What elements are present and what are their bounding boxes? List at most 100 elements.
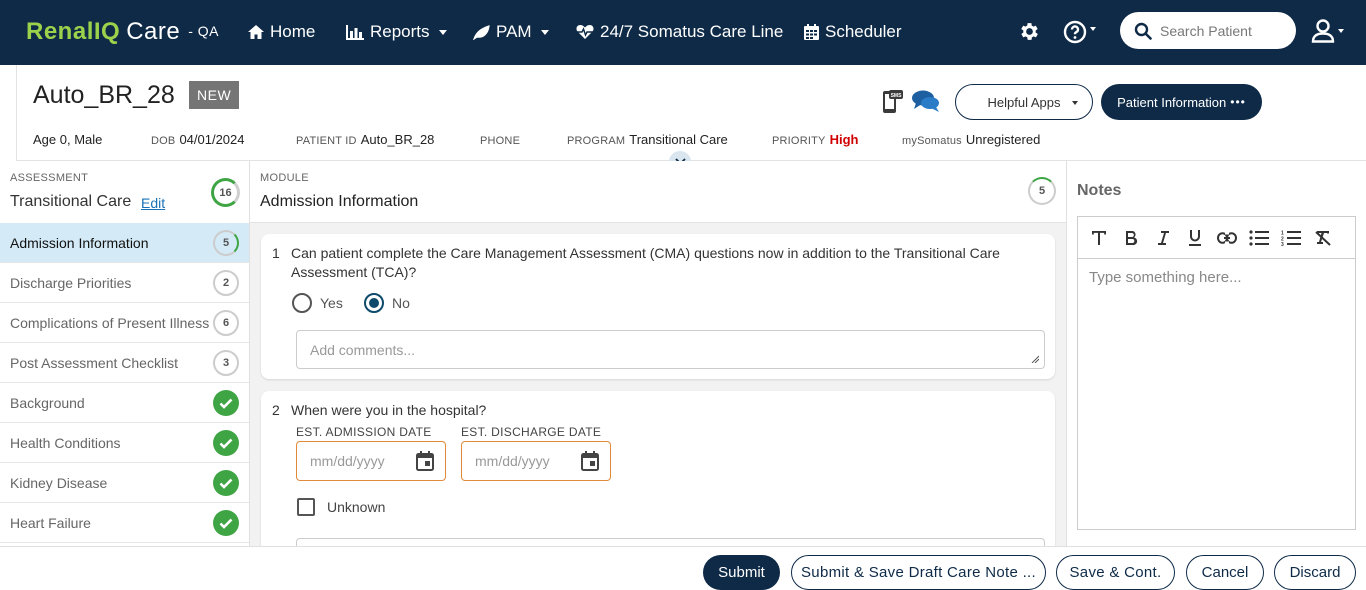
radio-no[interactable] [364, 293, 384, 313]
text-format-icon[interactable] [1088, 227, 1109, 248]
program-label: PROGRAM [567, 135, 626, 147]
assessment-count: 16 [219, 186, 232, 199]
patient-age-sex: Age 0, Male [33, 132, 102, 147]
patient-phone: PHONE [480, 132, 524, 147]
italic-icon[interactable] [1152, 227, 1173, 248]
comments-textarea[interactable]: Add comments... [296, 330, 1045, 369]
sidebar-item-label: Complications of Present Illness [10, 314, 210, 331]
patient-mysomatus: mySomatus Unregistered [902, 132, 1040, 147]
patient-information-button[interactable]: Patient Information ••• [1101, 84, 1262, 120]
resize-handle-icon[interactable] [1031, 355, 1039, 363]
underline-icon[interactable] [1184, 227, 1205, 248]
cancel-button[interactable]: Cancel [1186, 555, 1264, 590]
discard-label: Discard [1289, 564, 1341, 581]
numbered-list-icon[interactable]: 123 [1280, 227, 1301, 248]
bullet-list-icon[interactable] [1248, 227, 1269, 248]
nav-care-line-label: 24/7 Somatus Care Line [600, 22, 784, 41]
more-dots-icon: ••• [1230, 95, 1246, 109]
assessment-sidebar: ASSESSMENT Transitional Care Edit 16 Adm… [0, 161, 250, 546]
nav-home[interactable]: Home [248, 22, 315, 42]
date-placeholder: mm/dd/yyyy [475, 453, 550, 469]
nav-care-line[interactable]: 24/7 Somatus Care Line [576, 22, 783, 42]
sidebar-item-complications[interactable]: Complications of Present Illness 6 [0, 303, 249, 343]
unknown-checkbox[interactable] [297, 498, 315, 516]
phone-label: PHONE [480, 135, 521, 147]
sidebar-item-label: Health Conditions [10, 434, 121, 451]
admission-date-label: EST. ADMISSION DATE [296, 425, 432, 439]
date-placeholder: mm/dd/yyyy [310, 453, 385, 469]
nav-reports[interactable]: Reports [346, 22, 447, 42]
brand-renal: Renal [26, 18, 94, 45]
notes-editor: 123 Type something here... [1077, 216, 1356, 530]
module-count: 5 [1038, 185, 1046, 197]
help-menu[interactable] [1063, 20, 1096, 44]
program-value: Transitional Care [629, 132, 728, 147]
notes-title: Notes [1077, 182, 1122, 199]
patient-program: PROGRAM Transitional Care [567, 132, 728, 147]
sidebar-item-label: Admission Information [10, 234, 149, 251]
search-input[interactable] [1160, 22, 1290, 39]
dob-value: 04/01/2024 [179, 132, 245, 147]
sidebar-item-admission-information[interactable]: Admission Information 5 [0, 223, 249, 263]
module-header: MODULE Admission Information 5 [250, 161, 1066, 223]
radio-yes[interactable] [292, 293, 312, 313]
submit-draft-label: Submit & Save Draft Care Note ... [801, 564, 1036, 581]
item-count: 2 [213, 270, 239, 296]
helpful-apps-dropdown[interactable]: Helpful Apps [955, 84, 1093, 120]
bold-icon[interactable] [1120, 227, 1141, 248]
gear-icon[interactable] [1018, 20, 1041, 48]
patient-name: Auto_BR_28 [33, 81, 175, 109]
leaf-icon [473, 24, 490, 40]
sidebar-item-heart-failure[interactable]: Heart Failure [0, 503, 249, 543]
admission-date-input[interactable]: mm/dd/yyyy [296, 441, 446, 481]
assessment-progress-ring: 16 [211, 178, 240, 207]
help-icon [1063, 20, 1087, 44]
notes-panel: Notes 123 Type something here... [1066, 161, 1366, 546]
calendar-icon[interactable] [416, 451, 434, 471]
sidebar-item-health-conditions[interactable]: Health Conditions [0, 423, 249, 463]
check-icon [213, 510, 239, 536]
check-icon [213, 430, 239, 456]
env-label: - QA [188, 23, 220, 39]
brand-care: Care [126, 18, 181, 45]
helpful-apps-label: Helpful Apps [987, 94, 1061, 110]
assessment-section-label: ASSESSMENT [10, 172, 89, 184]
sidebar-item-post-assessment-checklist[interactable]: Post Assessment Checklist 3 [0, 343, 249, 383]
patient-id: PATIENT ID Auto_BR_28 [296, 132, 434, 147]
bar-chart-icon [346, 24, 364, 40]
patient-id-value: Auto_BR_28 [360, 132, 435, 147]
chevron-down-icon [1072, 101, 1078, 105]
check-icon [213, 470, 239, 496]
brand-logo[interactable]: RenalIQ Care - QA [26, 18, 219, 46]
calendar-icon[interactable] [581, 451, 599, 471]
nav-pam[interactable]: PAM [473, 22, 549, 42]
nav-home-label: Home [270, 22, 316, 41]
link-icon[interactable] [1216, 227, 1237, 248]
sms-icon[interactable]: SMS [881, 90, 903, 119]
discard-button[interactable]: Discard [1274, 555, 1356, 590]
item-count: 5 [213, 230, 239, 256]
assessment-title: Transitional Care [10, 193, 132, 210]
submit-button[interactable]: Submit [703, 555, 780, 590]
brand-iq: IQ [93, 18, 121, 45]
action-footer: Submit Submit & Save Draft Care Note ...… [0, 546, 1366, 590]
sidebar-item-background[interactable]: Background [0, 383, 249, 423]
clear-format-icon[interactable] [1312, 227, 1333, 248]
chevron-down-icon [540, 29, 549, 35]
search-box[interactable] [1120, 12, 1296, 49]
item-count: 3 [213, 350, 239, 376]
notes-placeholder[interactable]: Type something here... [1078, 259, 1355, 296]
chat-icon[interactable] [911, 89, 941, 118]
priority-label: PRIORITY [772, 135, 826, 147]
edit-assessment-link[interactable]: Edit [141, 195, 165, 211]
user-menu[interactable] [1311, 18, 1344, 43]
submit-save-draft-button[interactable]: Submit & Save Draft Care Note ... [791, 555, 1046, 590]
sidebar-item-discharge-priorities[interactable]: Discharge Priorities 2 [0, 263, 249, 303]
home-icon [248, 25, 264, 39]
save-continue-button[interactable]: Save & Cont. [1056, 555, 1175, 590]
discharge-date-input[interactable]: mm/dd/yyyy [461, 441, 611, 481]
cancel-label: Cancel [1201, 564, 1249, 581]
nav-scheduler[interactable]: Scheduler [804, 22, 902, 42]
patient-dob: DOB 04/01/2024 [151, 132, 245, 147]
sidebar-item-kidney-disease[interactable]: Kidney Disease [0, 463, 249, 503]
